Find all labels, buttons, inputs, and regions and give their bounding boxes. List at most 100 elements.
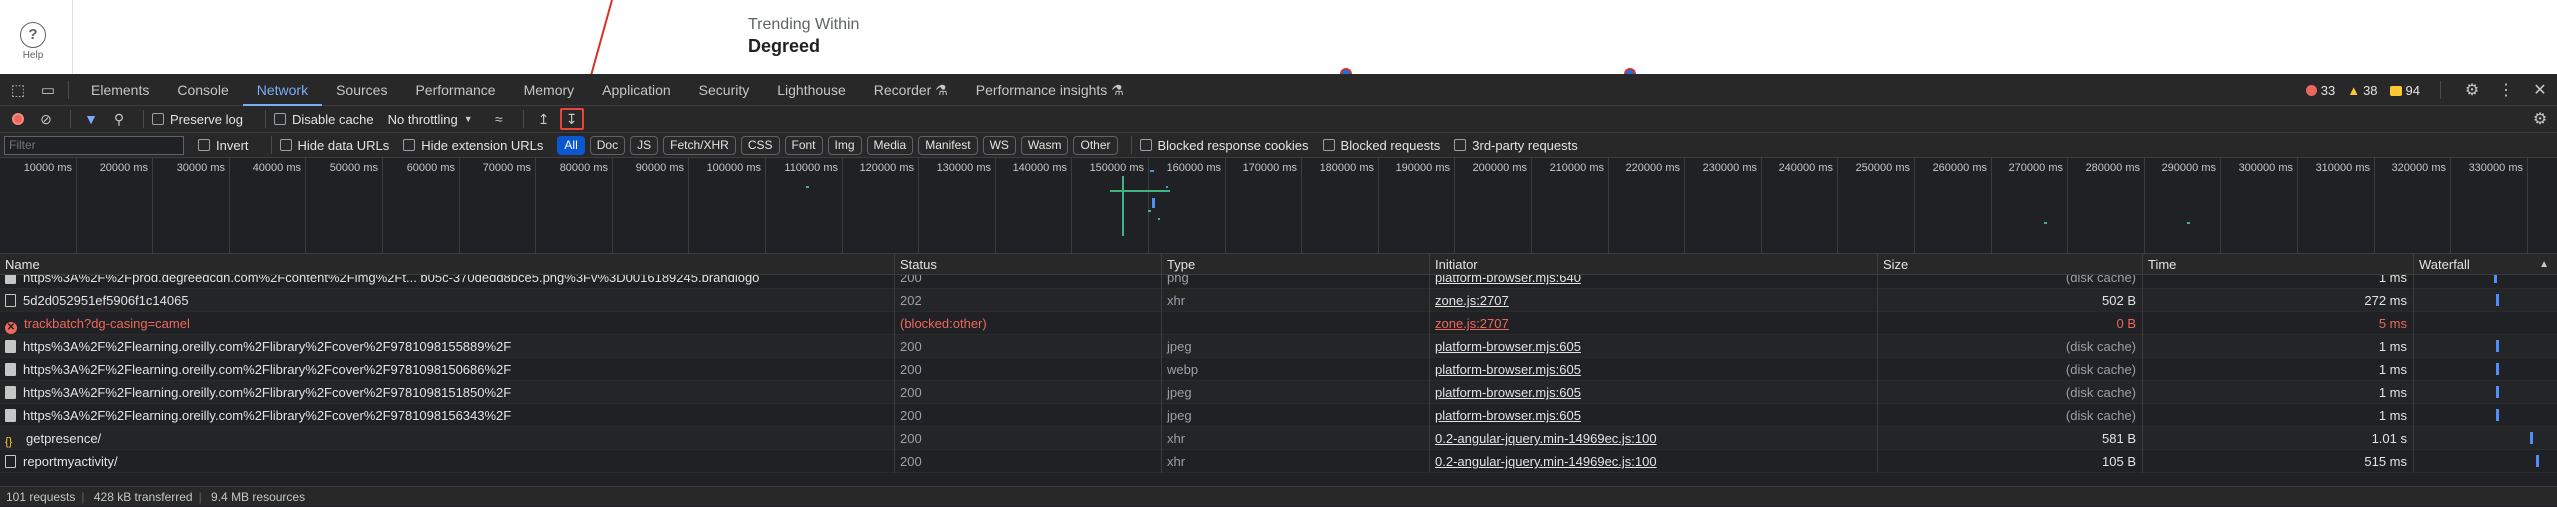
blocked-cookies-checkbox[interactable]: Blocked response cookies xyxy=(1139,138,1309,153)
tab-security[interactable]: Security xyxy=(685,74,764,106)
blocked-requests-checkbox[interactable]: Blocked requests xyxy=(1322,138,1440,153)
tab-sources[interactable]: Sources xyxy=(322,74,401,106)
type-filter-media[interactable]: Media xyxy=(866,135,914,155)
checkbox-box[interactable] xyxy=(152,113,164,125)
checkbox-box[interactable] xyxy=(1454,139,1467,151)
type-filter-js[interactable]: JS xyxy=(630,135,659,155)
cell-initiator[interactable]: zone.js:2707 xyxy=(1430,289,1878,312)
third-party-checkbox[interactable]: 3rd-party requests xyxy=(1454,138,1578,153)
hide-extension-urls-checkbox[interactable]: Hide extension URLs xyxy=(403,138,543,153)
warning-count[interactable]: ▲ 38 xyxy=(2347,83,2377,98)
timeline-request-mark xyxy=(1152,198,1155,208)
cell-initiator[interactable]: 0.2-angular-jquery.min-14969ec.js:100 xyxy=(1430,450,1878,473)
type-filter-doc[interactable]: Doc xyxy=(589,135,626,155)
tab-network[interactable]: Network xyxy=(242,74,323,106)
table-row[interactable]: https%3A%2F%2Flearning.oreilly.com%2Flib… xyxy=(0,404,2557,427)
preserve-log-checkbox[interactable]: Preserve log xyxy=(152,112,243,127)
type-filter-css[interactable]: CSS xyxy=(740,135,780,155)
throttling-select[interactable]: No throttling xyxy=(388,112,458,127)
column-header-status[interactable]: Status xyxy=(895,254,1162,275)
tab-elements[interactable]: Elements xyxy=(77,74,163,106)
table-row[interactable]: reportmyactivity/200 xhr 0.2-angular-jquer… xyxy=(0,450,2557,473)
import-har-button[interactable]: ↥ xyxy=(532,108,556,130)
chevron-down-icon[interactable]: ▼ xyxy=(464,114,473,124)
checkbox-box[interactable] xyxy=(1322,139,1335,151)
type-filter-manifest[interactable]: Manifest xyxy=(918,135,978,155)
initiator-link[interactable]: platform-browser.mjs:640 xyxy=(1435,275,1581,285)
tab-performance[interactable]: Performance xyxy=(401,74,509,106)
tab-performance-insights[interactable]: Performance insights ⚗ xyxy=(962,74,1138,106)
cell-initiator[interactable]: 0.2-angular-jquery.min-14969ec.js:100 xyxy=(1430,427,1878,450)
filter-input[interactable] xyxy=(4,135,184,155)
network-overview-timeline[interactable]: 10000 ms 20000 ms 30000 ms 40000 ms 50000 ms… xyxy=(0,158,2557,254)
type-filter-img[interactable]: Img xyxy=(827,135,862,155)
type-filter-wasm[interactable]: Wasm xyxy=(1020,135,1069,155)
export-har-button[interactable]: ↧ xyxy=(559,108,584,130)
clear-icon: ⊘ xyxy=(40,110,52,127)
cell-initiator[interactable]: zone.js:2707 xyxy=(1430,312,1878,335)
initiator-link[interactable]: zone.js:2707 xyxy=(1435,293,1509,308)
type-filter-font[interactable]: Font xyxy=(784,135,823,155)
waterfall-bar xyxy=(2496,409,2499,421)
type-filter-fetch-xhr[interactable]: Fetch/XHR xyxy=(663,135,736,155)
clear-button[interactable]: ⊘ xyxy=(34,108,58,130)
cell-initiator[interactable]: platform-browser.mjs:605 xyxy=(1430,335,1878,358)
help-button[interactable]: ? Help xyxy=(16,22,50,66)
network-conditions-button[interactable]: ≈ xyxy=(487,108,511,130)
tab-recorder[interactable]: Recorder ⚗ xyxy=(860,74,962,106)
table-row[interactable]: https%3A%2F%2Fprod.degreedcdn.com%2Fcont… xyxy=(0,275,2557,289)
table-row[interactable]: https%3A%2F%2Flearning.oreilly.com%2Flib… xyxy=(0,358,2557,381)
column-header-waterfall[interactable]: Waterfall ▲ xyxy=(2414,254,2557,275)
cell-initiator[interactable]: platform-browser.mjs:605 xyxy=(1430,404,1878,427)
initiator-link[interactable]: 0.2-angular-jquery.min-14969ec.js:100 xyxy=(1435,454,1657,469)
error-count[interactable]: 33 xyxy=(2305,83,2335,98)
table-row[interactable]: ✕ trackbatch?dg-casing=camel (blocked:othe… xyxy=(0,312,2557,335)
column-header-type[interactable]: Type xyxy=(1162,254,1430,275)
tab-memory[interactable]: Memory xyxy=(510,74,589,106)
checkbox-box[interactable] xyxy=(403,139,416,151)
hide-data-urls-checkbox[interactable]: Hide data URLs xyxy=(279,138,389,153)
cell-initiator[interactable]: platform-browser.mjs:640 xyxy=(1430,275,1878,289)
search-button[interactable]: ⚲ xyxy=(107,108,131,130)
checkbox-box[interactable] xyxy=(198,139,210,151)
inspect-element-icon[interactable]: ⬚ xyxy=(6,78,30,102)
filter-button[interactable]: ▼ xyxy=(79,108,103,130)
column-header-initiator[interactable]: Initiator xyxy=(1430,254,1878,275)
tab-lighthouse[interactable]: Lighthouse xyxy=(763,74,860,106)
column-header-name[interactable]: Name xyxy=(0,254,895,275)
invert-checkbox[interactable]: Invert xyxy=(198,138,249,153)
column-header-time[interactable]: Time xyxy=(2143,254,2414,275)
initiator-link[interactable]: platform-browser.mjs:605 xyxy=(1435,339,1581,354)
initiator-link[interactable]: platform-browser.mjs:605 xyxy=(1435,385,1581,400)
table-row[interactable]: https%3A%2F%2Flearning.oreilly.com%2Flib… xyxy=(0,335,2557,358)
cell-initiator[interactable]: platform-browser.mjs:605 xyxy=(1430,381,1878,404)
type-filter-all[interactable]: All xyxy=(557,135,585,155)
info-count[interactable]: 94 xyxy=(2389,83,2420,98)
network-settings-gear-icon[interactable]: ⚙ xyxy=(2529,109,2551,129)
initiator-link[interactable]: platform-browser.mjs:605 xyxy=(1435,408,1581,423)
table-row[interactable]: 5d2d052951ef5906f1c14065 202 xhr zone.js:27… xyxy=(0,289,2557,312)
initiator-link[interactable]: 0.2-angular-jquery.min-14969ec.js:100 xyxy=(1435,431,1657,446)
device-toolbar-icon[interactable]: ▭ xyxy=(36,78,60,102)
type-filter-ws[interactable]: WS xyxy=(982,135,1016,155)
network-toolbar: ⊘ ▼ ⚲ Preserve log Disable cache No thro… xyxy=(0,106,2557,133)
checkbox-box[interactable] xyxy=(273,113,286,125)
devtools-tabbar: ⬚ ▭ Elements Console Network Sources Perform… xyxy=(0,74,2557,106)
timeline-request-mark xyxy=(1158,218,1160,220)
type-filter-other[interactable]: Other xyxy=(1073,135,1118,155)
column-header-size[interactable]: Size xyxy=(1878,254,2143,275)
checkbox-box[interactable] xyxy=(279,139,292,151)
tab-application[interactable]: Application xyxy=(588,74,685,106)
checkbox-box[interactable] xyxy=(1139,139,1152,151)
table-row[interactable]: https%3A%2F%2Flearning.oreilly.com%2Flib… xyxy=(0,381,2557,404)
tab-console[interactable]: Console xyxy=(163,74,242,106)
table-row[interactable]: {} getpresence/200 xhr 0.2-angular-jquery.m… xyxy=(0,427,2557,450)
gear-icon[interactable]: ⚙ xyxy=(2461,80,2483,100)
cell-initiator[interactable]: platform-browser.mjs:605 xyxy=(1430,358,1878,381)
more-options-icon[interactable]: ⋮ xyxy=(2495,80,2517,100)
disable-cache-checkbox[interactable]: Disable cache xyxy=(273,112,374,127)
initiator-link[interactable]: platform-browser.mjs:605 xyxy=(1435,362,1581,377)
record-button[interactable] xyxy=(6,108,30,130)
initiator-link[interactable]: zone.js:2707 xyxy=(1435,316,1509,331)
close-icon[interactable]: ✕ xyxy=(2529,80,2551,100)
